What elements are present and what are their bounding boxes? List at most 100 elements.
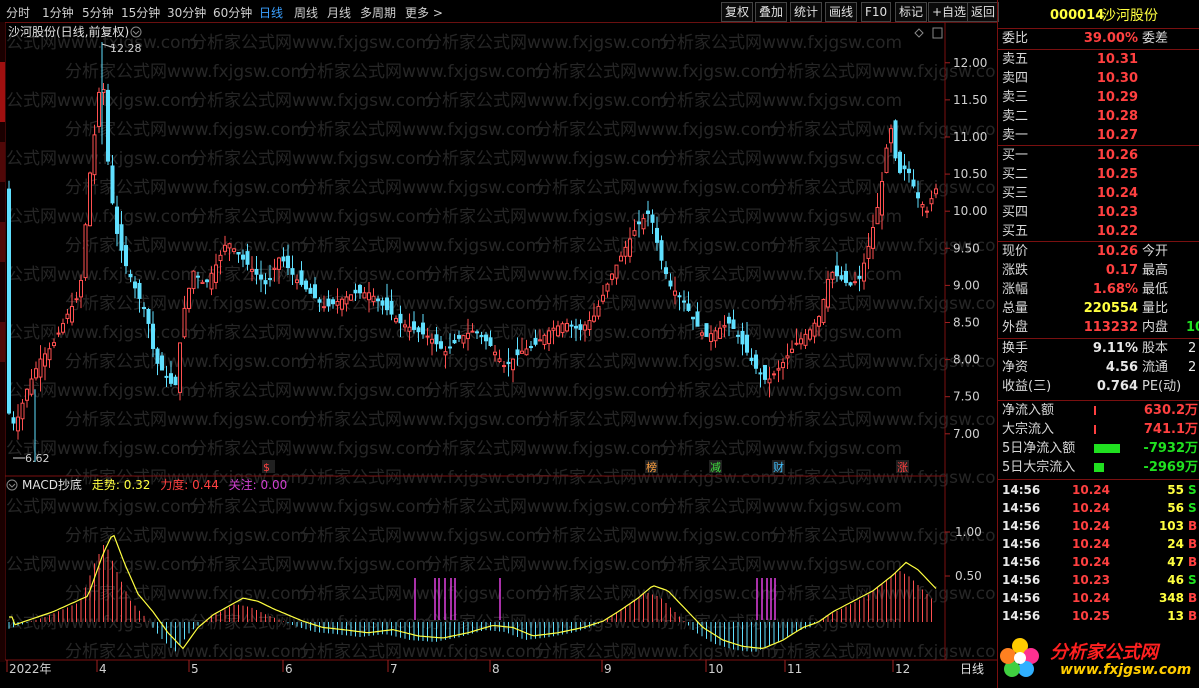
quote-stat-row: 涨跌 0.17 最高 <box>998 262 1199 280</box>
candle-body <box>686 303 691 311</box>
candle-body <box>182 307 187 338</box>
tick-row[interactable]: 14:56 10.23 46 S <box>998 571 1199 589</box>
candle-body <box>587 320 592 331</box>
candle-body <box>736 334 740 337</box>
period-tab-monthly[interactable]: 月线 <box>327 4 351 21</box>
draw-line-button[interactable]: 画线 <box>825 2 858 22</box>
diamond-icon[interactable] <box>914 28 924 38</box>
high-price-label: 12.28 <box>110 42 142 55</box>
watermark-text: 分析家公式网www.fxjgsw.com <box>300 410 542 430</box>
tick-volume: 55 <box>1167 483 1184 497</box>
fund-flow-value: 630.2万 <box>1143 403 1198 418</box>
candle-body <box>110 165 115 204</box>
watermark-text: 分析家公式网www.fxjgsw.com <box>300 526 542 546</box>
quote-stat-row: 总量 220554 量比 <box>998 300 1199 318</box>
period-tab-60min[interactable]: 60分钟 <box>213 4 252 21</box>
period-tab-multi[interactable]: 多周期 <box>360 4 396 21</box>
watermark-text: 分析家公式网www.fxjgsw.com <box>190 323 432 343</box>
tick-row[interactable]: 14:56 10.24 348 B <box>998 589 1199 607</box>
indicator-trend-value: 0.32 <box>124 478 151 492</box>
candle-body <box>826 278 830 308</box>
period-tab-30min[interactable]: 30分钟 <box>167 4 206 21</box>
candle-body <box>214 264 218 283</box>
watermark-text: 分析家公式网www.fxjgsw.com <box>535 642 777 662</box>
sell-level-label: 卖五 <box>1002 52 1029 67</box>
period-tab-15min[interactable]: 15分钟 <box>121 4 160 21</box>
period-tab-weekly[interactable]: 周线 <box>294 4 318 21</box>
candle-body <box>137 282 142 299</box>
quote-stat-value2: 10 <box>1186 320 1199 335</box>
candle-body <box>353 289 358 294</box>
candle-body <box>281 256 286 262</box>
candle-body <box>466 332 470 339</box>
candle-body <box>664 267 668 275</box>
watermark-text: 分析家公式网www.fxjgsw.com <box>535 120 777 140</box>
tick-row[interactable]: 14:56 10.24 24 B <box>998 535 1199 553</box>
indicator-attention-label: 关注: <box>229 477 257 492</box>
tick-row[interactable]: 14:56 10.24 103 B <box>998 517 1199 535</box>
watermark-text: 分析家公式网www.fxjgsw.com <box>660 33 902 53</box>
candle-body <box>178 342 182 393</box>
tick-price: 10.24 <box>1072 591 1110 605</box>
watermark-text: 分析家公式网www.fxjgsw.com <box>660 497 902 517</box>
tick-row[interactable]: 14:56 10.24 55 S <box>998 481 1199 499</box>
candle-body <box>871 227 875 249</box>
candle-body <box>592 315 596 322</box>
tick-row[interactable]: 14:56 10.24 56 S <box>998 499 1199 517</box>
candle-body <box>682 300 686 303</box>
period-tab-5min[interactable]: 5分钟 <box>82 4 114 21</box>
indicator-settings-icon[interactable] <box>6 479 18 491</box>
period-tab-more[interactable]: 更多 > <box>405 4 443 21</box>
price-tick-label: 7.50 <box>953 390 980 404</box>
watermark-text: 分析家公式网www.fxjgsw.com <box>5 149 197 169</box>
candle-body <box>844 270 848 283</box>
f10-button[interactable]: F10 <box>861 2 892 22</box>
watermark-text: 分析家公式网www.fxjgsw.com <box>5 323 197 343</box>
candle-body <box>740 330 745 345</box>
watermark-text: 分析家公式网www.fxjgsw.com <box>425 497 667 517</box>
candle-body <box>61 323 65 333</box>
candle-body <box>299 270 304 285</box>
fundamental-row: 净资 4.56 流通 2 <box>998 359 1199 377</box>
candle-body <box>776 368 781 371</box>
quote-stat-row: 外盘 113232 内盘 10 <box>998 319 1199 337</box>
fundamental-label: 净资 <box>1002 360 1029 375</box>
fund-flow-bar <box>1094 425 1096 434</box>
candle-body <box>875 206 880 225</box>
candle-body <box>785 355 790 359</box>
tick-time: 14:56 <box>1002 591 1041 605</box>
candle-body <box>835 265 839 277</box>
quote-stat-label2: 今开 <box>1142 244 1169 259</box>
candle-body <box>430 338 434 344</box>
watermark-text: 分析家公式网www.fxjgsw.com <box>65 526 307 546</box>
add-watchlist-button[interactable]: +自选 <box>928 2 971 22</box>
watermark-text: 分析家公式网www.fxjgsw.com <box>660 149 902 169</box>
tick-row[interactable]: 14:56 10.24 47 B <box>998 553 1199 571</box>
candle-body <box>439 341 443 349</box>
candle-body <box>857 275 862 279</box>
period-tab-fenshi[interactable]: 分时 <box>6 4 30 21</box>
kline-chart-area[interactable]: 分析家公式网www.fxjgsw.com分析家公式网www.fxjgsw.com… <box>5 22 997 682</box>
quote-stat-value: 113232 <box>1083 320 1138 335</box>
statistics-button[interactable]: 统计 <box>790 2 823 22</box>
tick-row[interactable]: 14:56 10.25 13 B <box>998 607 1199 625</box>
mark-button[interactable]: 标记 <box>895 2 928 22</box>
period-tab-1min[interactable]: 1分钟 <box>42 4 74 21</box>
watermark-text: 分析家公式网www.fxjgsw.com <box>425 33 667 53</box>
tick-time: 14:56 <box>1002 519 1041 533</box>
candle-body <box>173 376 178 386</box>
candle-body <box>286 255 290 269</box>
fuquan-button[interactable]: 复权 <box>721 2 754 22</box>
buy-level-label: 买四 <box>1002 205 1029 220</box>
back-button[interactable]: 返回 <box>967 2 1000 22</box>
period-tab-daily[interactable]: 日线 <box>259 4 283 21</box>
fundamental-value2: 2 <box>1188 360 1197 375</box>
overlay-button[interactable]: 叠加 <box>755 2 788 22</box>
candle-body <box>929 198 934 205</box>
collapse-icon[interactable] <box>932 27 943 39</box>
candle-body <box>866 245 871 259</box>
quote-stat-row: 现价 10.26 今开 <box>998 243 1199 261</box>
candle-body <box>704 323 709 337</box>
watermark-text: 分析家公式网www.fxjgsw.com <box>65 62 307 82</box>
candle-body <box>38 358 43 378</box>
